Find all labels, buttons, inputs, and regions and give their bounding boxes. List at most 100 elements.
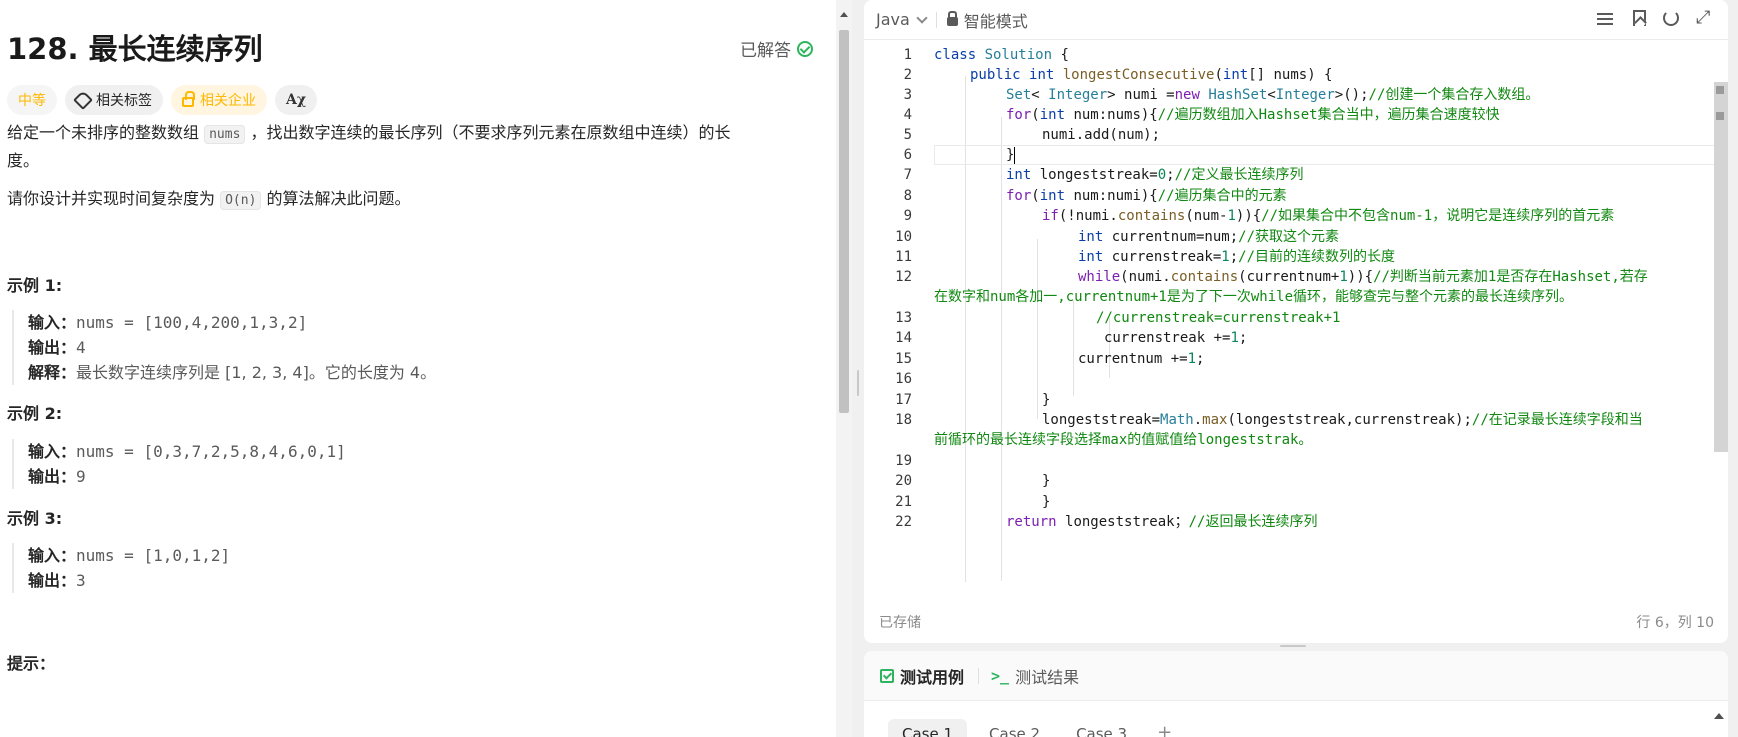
inline-code-nums: nums <box>204 125 246 144</box>
line-number: 13 <box>895 310 912 326</box>
example-input: nums = [100,4,200,1,3,2] <box>76 313 308 332</box>
code-text: longeststreak=Math.max(longeststreak,cur… <box>1042 412 1643 428</box>
desc-text: 给定一个未排序的整数数组 <box>7 123 205 142</box>
line-number: 2 <box>903 67 912 83</box>
code-line: 17} <box>864 390 1724 410</box>
example-2-block: 输入：nums = [0,3,7,2,5,8,4,6,0,1] 输出：9 <box>12 439 346 489</box>
tab-test-cases-label: 测试用例 <box>900 667 965 687</box>
smart-mode-button[interactable]: 智能模式 <box>946 8 1028 32</box>
code-line: 14 currenstreak +=1; <box>864 328 1724 348</box>
bookmark-icon[interactable] <box>1633 10 1646 26</box>
code-text: //currenstreak=currenstreak+1 <box>1096 310 1341 326</box>
case-tab-1[interactable]: Case 1 <box>888 719 968 737</box>
explain-label: 解释： <box>28 363 77 382</box>
output-label: 输出： <box>28 338 77 357</box>
code-text: int currenstreak=1;//目前的连续数列的长度 <box>1078 249 1396 265</box>
example-3-title: 示例 3: <box>7 509 63 528</box>
translate-icon: Aχ <box>286 92 307 108</box>
splitter-grip[interactable] <box>857 370 859 396</box>
mode-label: 智能模式 <box>963 11 1028 31</box>
code-line-wrap: 在数字和num各加一,currentnum+1是为了下一次while循环，能够查… <box>864 287 1724 307</box>
problem-panel: 128. 最长连续序列 已解答 中等 相关标签 相关企业 Aχ 给定一个未排序的… <box>0 0 852 737</box>
code-text: return longeststreak；//返回最长连续序列 <box>1006 514 1318 530</box>
language-select[interactable]: Java <box>876 10 928 29</box>
scroll-marker <box>1716 112 1724 120</box>
desc-text: ，找出数字连续的最长序列（不要求序列元素在原数组中连续）的长 <box>245 123 731 142</box>
line-number: 10 <box>895 229 912 245</box>
code-line: 9 if(!numi.contains(num-1)){//如果集合中不包含num… <box>864 206 1724 226</box>
desc-text: 的算法解决此问题。 <box>261 189 411 208</box>
lock-icon <box>946 11 958 26</box>
horizontal-splitter[interactable] <box>864 643 1728 649</box>
editor-statusbar: 已存储 行 6，列 10 <box>864 600 1728 640</box>
code-text: Set< Integer> numi =new HashSet<Integer>… <box>1006 87 1540 103</box>
tab-test-cases[interactable]: 测试用例 <box>880 664 964 688</box>
line-number: 16 <box>895 371 912 387</box>
editor-tools <box>1596 7 1714 28</box>
expand-icon[interactable] <box>1696 7 1714 28</box>
code-text-wrapped: 在数字和num各加一,currentnum+1是为了下一次while循环，能够查… <box>934 289 1574 305</box>
line-number: 22 <box>895 514 912 530</box>
inline-code-complexity: O(n) <box>220 191 262 210</box>
code-area[interactable]: 1 class Solution { 2 public int longestCon… <box>864 42 1728 590</box>
code-line: 18 longeststreak=Math.max(longeststreak,c… <box>864 410 1724 430</box>
line-number: 18 <box>895 412 912 428</box>
input-label: 输入： <box>28 546 77 565</box>
example-1-block: 输入：nums = [100,4,200,1,3,2] 输出：4 解释：最长数字… <box>12 310 436 385</box>
editor-toolbar: Java 智能模式 <box>864 0 1728 40</box>
toolbar-divider <box>935 11 937 28</box>
related-tags-button[interactable]: 相关标签 <box>65 85 163 115</box>
related-companies-button[interactable]: 相关企业 <box>171 85 267 115</box>
tab-divider <box>978 667 980 684</box>
tab-test-result[interactable]: >_ 测试结果 <box>991 664 1079 688</box>
scroll-marker <box>1716 86 1724 94</box>
code-line: 19 <box>864 451 1724 471</box>
line-number: 21 <box>895 494 912 510</box>
scroll-up-icon[interactable] <box>840 12 848 17</box>
code-line: 22 return longeststreak；//返回最长连续序列 <box>864 512 1724 532</box>
related-tags-label: 相关标签 <box>96 93 152 109</box>
scroll-thumb[interactable] <box>839 30 849 413</box>
input-label: 输入： <box>28 442 77 461</box>
description-paragraph-2: 请你设计并实现时间复杂度为 O(n) 的算法解决此问题。 <box>7 186 807 214</box>
code-line: 4 for(int num:nums){//遍历数组加入Hashset集合当中，遍… <box>864 105 1724 125</box>
editor-scrollbar[interactable] <box>1714 76 1728 586</box>
output-label: 输出： <box>28 571 77 590</box>
difficulty-label: 中等 <box>18 93 46 109</box>
checkbox-icon <box>880 668 894 683</box>
plus-icon[interactable]: + <box>1149 719 1180 737</box>
vertical-splitter[interactable] <box>852 0 864 737</box>
code-text: for(int num:nums){//遍历数组加入Hashset集合当中，遍历… <box>1006 107 1500 123</box>
translate-button[interactable]: Aχ <box>275 85 318 115</box>
tab-test-result-label: 测试结果 <box>1015 667 1080 687</box>
chevron-down-icon <box>916 11 928 24</box>
example-input: nums = [0,3,7,2,5,8,4,6,0,1] <box>76 442 346 461</box>
code-text: currentnum +=1; <box>1078 351 1205 367</box>
example-output: 3 <box>76 571 86 590</box>
left-scrollbar[interactable] <box>836 0 852 737</box>
code-text: } <box>1006 146 1016 164</box>
title-row: 128. 最长连续序列 已解答 <box>7 26 817 66</box>
example-output: 9 <box>76 467 86 486</box>
problem-title[interactable]: 128. 最长连续序列 <box>7 26 263 68</box>
line-number: 4 <box>903 107 912 123</box>
splitter-grip[interactable] <box>1280 645 1306 647</box>
code-line: 7 int longeststreak=0;//定义最长连续序列 <box>864 165 1724 185</box>
code-line: 11 int currenstreak=1;//目前的连续数列的长度 <box>864 247 1724 267</box>
case-tabs: Case 1 Case 2 Case 3 + <box>888 719 1180 737</box>
scroll-up-icon[interactable] <box>1714 713 1724 719</box>
format-icon[interactable] <box>1596 10 1614 28</box>
reset-icon[interactable] <box>1663 10 1679 26</box>
line-number: 19 <box>895 453 912 469</box>
code-line: 1 class Solution { <box>864 45 1724 65</box>
case-tab-3[interactable]: Case 3 <box>1062 719 1141 737</box>
line-number: 9 <box>903 208 912 224</box>
cursor-position: 行 6，列 10 <box>1636 615 1714 631</box>
editor-scroll-thumb[interactable] <box>1714 82 1728 452</box>
tag-icon <box>73 90 93 110</box>
current-line-highlight <box>934 145 1726 165</box>
line-number: 12 <box>895 269 912 285</box>
case-tab-2[interactable]: Case 2 <box>975 719 1054 737</box>
code-text: class Solution { <box>934 47 1069 63</box>
code-line: 12 while(numi.contains(currentnum+1)){//判… <box>864 267 1724 287</box>
